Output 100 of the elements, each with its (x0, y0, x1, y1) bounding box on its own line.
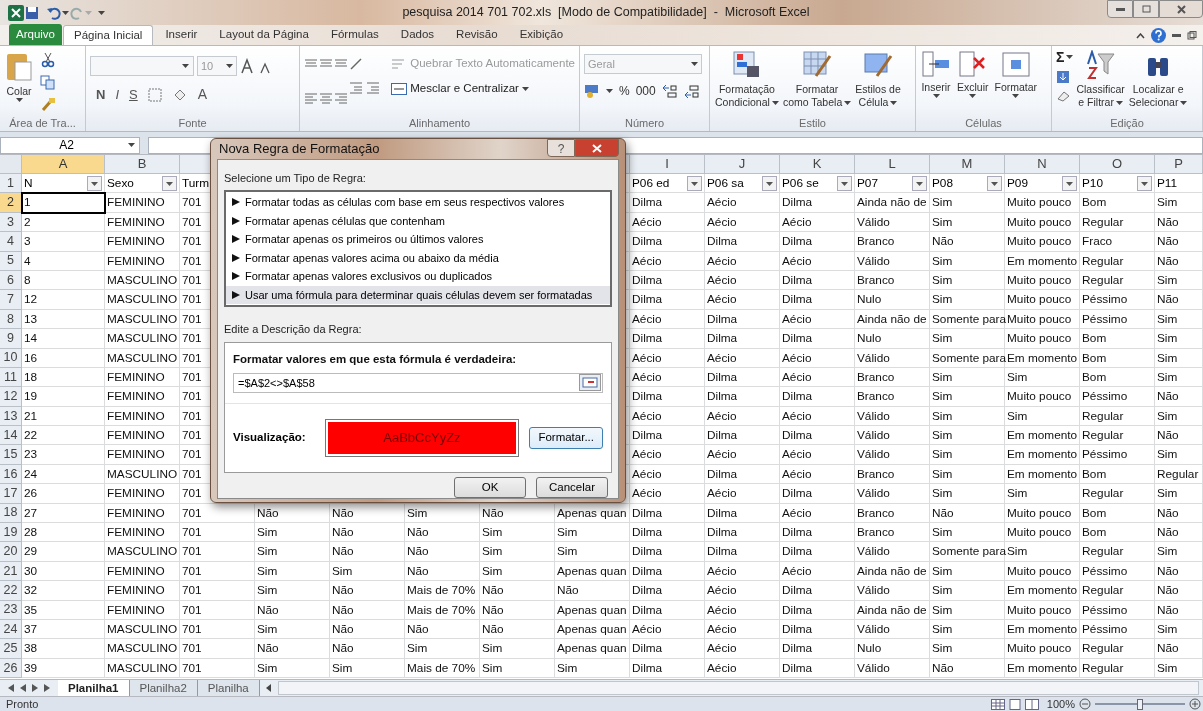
format-painter-icon[interactable] (40, 96, 56, 112)
row-header[interactable]: 7 (0, 290, 22, 310)
save-icon[interactable] (24, 4, 40, 21)
cut-icon[interactable] (40, 52, 56, 68)
ribbon-tab[interactable]: Revisão (446, 25, 508, 45)
file-tab[interactable]: Arquivo (9, 24, 62, 45)
close-button[interactable] (1159, 0, 1203, 18)
font-color-button[interactable]: A (197, 84, 208, 105)
zoom-slider[interactable] (1095, 698, 1185, 710)
filter-dropdown-icon[interactable] (687, 176, 702, 191)
decrease-decimal-icon[interactable] (683, 84, 700, 98)
row-header[interactable]: 10 (0, 348, 22, 368)
row-header[interactable]: 12 (0, 387, 22, 407)
column-header[interactable]: B (105, 155, 180, 174)
rule-type-item[interactable]: Formatar apenas valores exclusivos ou duplicados (226, 267, 610, 286)
sort-filter-button[interactable]: Classificar e Filtrar (1075, 50, 1126, 115)
filter-dropdown-icon[interactable] (837, 176, 852, 191)
name-box[interactable]: A2 (0, 136, 140, 154)
row-header[interactable]: 20 (0, 542, 22, 562)
row-header[interactable]: 5 (0, 251, 22, 271)
horizontal-scrollbar[interactable] (277, 681, 1199, 695)
rule-type-item[interactable]: Usar uma fórmula para determinar quais células devem ser formatadas (226, 285, 610, 304)
rule-type-item[interactable]: Formatar apenas valores acima ou abaixo da média (226, 248, 610, 267)
rule-type-item[interactable]: Formatar apenas os primeiros ou últimos valores (226, 230, 610, 249)
row-header[interactable]: 22 (0, 581, 22, 601)
merge-center-button[interactable]: Mesclar e Centralizar (391, 80, 575, 98)
rule-type-item[interactable]: Formatar apenas células que contenham (226, 211, 610, 230)
row-header[interactable]: 15 (0, 445, 22, 465)
normal-view-icon[interactable] (990, 698, 1005, 710)
filter-dropdown-icon[interactable] (1137, 176, 1152, 191)
column-header[interactable]: P (1155, 155, 1203, 174)
last-sheet-icon[interactable] (44, 684, 50, 692)
italic-button[interactable]: I (115, 84, 119, 105)
bold-button[interactable]: N (96, 84, 106, 105)
row-header[interactable]: 23 (0, 600, 22, 620)
cells-button[interactable]: Formatar (993, 50, 1039, 115)
underline-button[interactable]: S (129, 84, 138, 105)
find-select-button[interactable]: Localizar e Selecionar (1127, 50, 1189, 115)
row-header[interactable]: 21 (0, 561, 22, 582)
ok-button[interactable]: OK (454, 476, 526, 498)
page-layout-icon[interactable] (1007, 698, 1022, 710)
zoom-in-icon[interactable] (1189, 698, 1201, 710)
zoom-out-icon[interactable] (1079, 698, 1091, 710)
row-header[interactable]: 11 (0, 367, 22, 388)
row-header[interactable]: 2 (0, 193, 22, 213)
row-header[interactable]: 9 (0, 329, 22, 349)
row-header[interactable]: 26 (0, 658, 22, 679)
thousands-button[interactable]: 000 (635, 82, 656, 100)
column-header[interactable]: L (855, 155, 930, 174)
column-header[interactable]: N (1005, 155, 1080, 174)
column-header[interactable]: A (22, 155, 105, 174)
row-header[interactable]: 8 (0, 309, 22, 330)
first-sheet-icon[interactable] (8, 684, 14, 692)
row-header[interactable]: 17 (0, 484, 22, 504)
row-header[interactable]: 25 (0, 639, 22, 659)
zoom-thumb[interactable] (1137, 698, 1143, 710)
row-header[interactable]: 24 (0, 620, 22, 640)
style-button[interactable]: Estilos de Célula (854, 50, 902, 115)
row-header[interactable]: 4 (0, 232, 22, 252)
row-header[interactable]: 16 (0, 464, 22, 485)
format-button[interactable]: Formatar... (529, 426, 603, 449)
collapse-ribbon-icon[interactable] (1136, 32, 1145, 39)
cells-button[interactable]: Excluir (956, 50, 990, 115)
ribbon-tab[interactable]: Exibição (509, 25, 574, 45)
eraser-icon[interactable] (1056, 90, 1070, 102)
currency-icon[interactable] (584, 84, 600, 98)
sheet-tab[interactable]: Planilha (197, 679, 260, 697)
row-header[interactable]: 14 (0, 426, 22, 446)
ribbon-tab[interactable]: Dados (390, 25, 445, 45)
style-button[interactable]: Formatação Condicional (714, 50, 780, 115)
page-break-icon[interactable] (1024, 698, 1039, 710)
row-header[interactable]: 1 (0, 174, 22, 194)
ribbon-tab[interactable]: Página Inicial (63, 25, 154, 45)
filter-dropdown-icon[interactable] (762, 176, 777, 191)
sheet-tab[interactable]: Planilha1 (58, 679, 130, 697)
restore-icon[interactable] (1187, 31, 1197, 40)
help-button[interactable]: ? (547, 139, 575, 157)
fill-icon[interactable] (1056, 70, 1070, 84)
help-icon[interactable] (1151, 28, 1166, 43)
filter-dropdown-icon[interactable] (87, 176, 102, 191)
row-header[interactable]: 19 (0, 523, 22, 543)
column-header[interactable]: M (930, 155, 1005, 174)
sheet-tab[interactable]: Planilha2 (129, 679, 198, 697)
percent-button[interactable]: % (619, 82, 630, 100)
column-header[interactable]: J (705, 155, 780, 174)
grow-font-icon[interactable] (240, 58, 256, 74)
ribbon-tab[interactable]: Fórmulas (320, 25, 389, 45)
close-button[interactable] (575, 139, 619, 157)
column-header[interactable]: K (780, 155, 855, 174)
style-button[interactable]: Formatar como Tabela (781, 50, 853, 115)
copy-icon[interactable] (40, 74, 56, 90)
ribbon-tab[interactable]: Layout da Página (209, 25, 319, 45)
filter-dropdown-icon[interactable] (912, 176, 927, 191)
previous-sheet-icon[interactable] (20, 684, 26, 692)
column-header[interactable]: O (1080, 155, 1155, 174)
filter-dropdown-icon[interactable] (1062, 176, 1077, 191)
cancel-button[interactable]: Cancelar (536, 476, 608, 498)
cells-button[interactable]: Inserir (920, 50, 952, 115)
filter-dropdown-icon[interactable] (987, 176, 1002, 191)
minimize-button[interactable] (1107, 0, 1133, 18)
